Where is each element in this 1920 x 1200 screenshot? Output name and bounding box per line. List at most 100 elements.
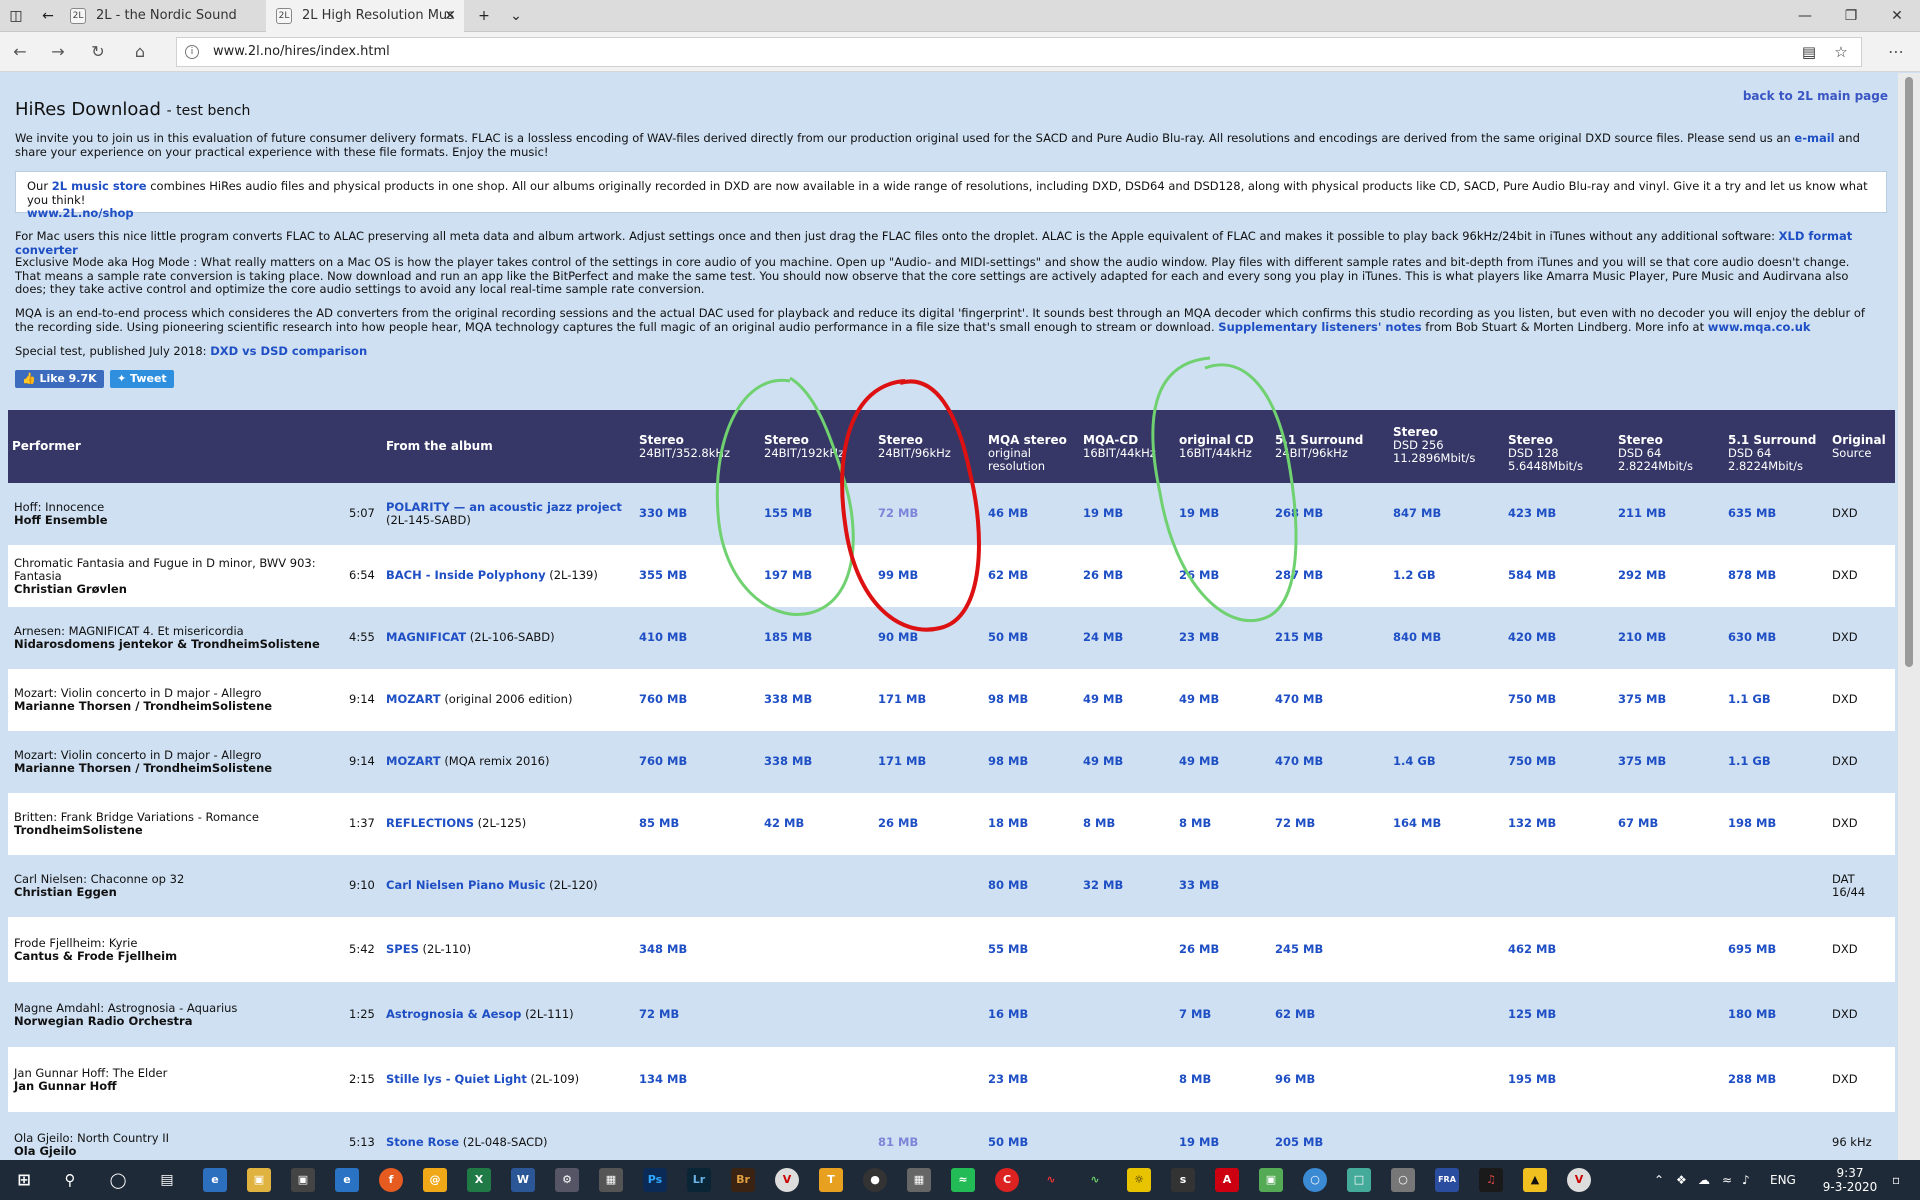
download-link[interactable]: 760 MB <box>639 693 687 706</box>
restore-icon[interactable]: ❐ <box>1828 0 1874 32</box>
back-to-main-link[interactable]: back to 2L main page <box>1743 89 1888 103</box>
forward-icon[interactable]: → <box>46 40 70 64</box>
download-link[interactable]: 26 MB <box>1083 569 1123 582</box>
download-link[interactable]: 24 MB <box>1083 631 1123 644</box>
album-link[interactable]: MOZART <box>386 692 441 706</box>
tab-hires[interactable]: 2L 2L High Resolution Mus ✕ <box>266 0 464 32</box>
excel-icon[interactable]: X <box>467 1168 491 1192</box>
email-link[interactable]: e-mail <box>1794 131 1834 145</box>
download-link[interactable]: 19 MB <box>1179 507 1219 520</box>
download-link[interactable]: 171 MB <box>878 755 926 768</box>
download-link[interactable]: 55 MB <box>988 943 1028 956</box>
download-link[interactable]: 7 MB <box>1179 1008 1211 1021</box>
explorer-icon[interactable]: ▣ <box>247 1168 271 1192</box>
download-link[interactable]: 410 MB <box>639 631 687 644</box>
t-app-icon[interactable]: T <box>819 1168 843 1192</box>
download-link[interactable]: 96 MB <box>1275 1073 1315 1086</box>
album-link[interactable]: REFLECTIONS <box>386 816 474 830</box>
download-link[interactable]: 292 MB <box>1618 569 1666 582</box>
download-link[interactable]: 197 MB <box>764 569 812 582</box>
download-link[interactable]: 90 MB <box>878 631 918 644</box>
close-window-icon[interactable]: ✕ <box>1874 0 1920 32</box>
calculator-icon[interactable]: ▦ <box>599 1168 623 1192</box>
flag-app-icon[interactable]: FRA <box>1435 1168 1459 1192</box>
download-link[interactable]: 23 MB <box>988 1073 1028 1086</box>
download-link[interactable]: 375 MB <box>1618 755 1666 768</box>
download-link[interactable]: 8 MB <box>1179 1073 1211 1086</box>
download-link[interactable]: 840 MB <box>1393 631 1441 644</box>
download-link[interactable]: 80 MB <box>988 879 1028 892</box>
notifications-icon[interactable]: ▫ <box>1892 1160 1900 1200</box>
language-indicator[interactable]: ENG <box>1770 1160 1796 1200</box>
download-link[interactable]: 26 MB <box>1179 569 1219 582</box>
download-link[interactable]: 185 MB <box>764 631 812 644</box>
download-link[interactable]: 470 MB <box>1275 755 1323 768</box>
album-link[interactable]: Carl Nielsen Piano Music <box>386 878 545 892</box>
download-link[interactable]: 1.2 GB <box>1393 569 1436 582</box>
download-link[interactable]: 287 MB <box>1275 569 1323 582</box>
download-link[interactable]: 32 MB <box>1083 879 1123 892</box>
download-link[interactable]: 62 MB <box>988 569 1028 582</box>
photoshop-icon[interactable]: Ps <box>643 1168 667 1192</box>
download-link[interactable]: 750 MB <box>1508 693 1556 706</box>
download-link[interactable]: 288 MB <box>1728 1073 1776 1086</box>
mail-icon[interactable]: @ <box>423 1168 447 1192</box>
word-icon[interactable]: W <box>511 1168 535 1192</box>
green-wave-icon[interactable]: ∿ <box>1083 1168 1107 1192</box>
lightroom-icon[interactable]: Lr <box>687 1168 711 1192</box>
download-link[interactable]: 1.1 GB <box>1728 693 1771 706</box>
spreadsheet-icon[interactable]: ▦ <box>907 1168 931 1192</box>
set-aside-tabs-icon[interactable]: ← <box>38 6 58 26</box>
bridge-icon[interactable]: Br <box>731 1168 755 1192</box>
download-link[interactable]: 33 MB <box>1179 879 1219 892</box>
egg-app-icon[interactable]: ● <box>863 1168 887 1192</box>
color-app-icon[interactable]: ▲ <box>1523 1168 1547 1192</box>
download-link[interactable]: 16 MB <box>988 1008 1028 1021</box>
album-link[interactable]: Stille lys - Quiet Light <box>386 1072 527 1086</box>
download-link[interactable]: 462 MB <box>1508 943 1556 956</box>
download-link[interactable]: 268 MB <box>1275 507 1323 520</box>
download-link[interactable]: 134 MB <box>639 1073 687 1086</box>
album-link[interactable]: MOZART <box>386 754 441 768</box>
volume-icon[interactable]: ♪ <box>1742 1160 1750 1200</box>
chart-app-icon[interactable]: ≈ <box>951 1168 975 1192</box>
tweet-button[interactable]: ✦ Tweet <box>110 370 174 388</box>
download-link[interactable]: 19 MB <box>1179 1136 1219 1149</box>
download-link[interactable]: 49 MB <box>1179 693 1219 706</box>
download-link[interactable]: 375 MB <box>1618 693 1666 706</box>
facebook-like-button[interactable]: 👍 Like 9.7K <box>15 370 104 388</box>
download-link[interactable]: 98 MB <box>988 693 1028 706</box>
download-link[interactable]: 155 MB <box>764 507 812 520</box>
download-link[interactable]: 215 MB <box>1275 631 1323 644</box>
cloud-icon[interactable]: ☁ <box>1698 1160 1710 1200</box>
album-link[interactable]: Astrognosia & Aesop <box>386 1007 521 1021</box>
wifi-icon[interactable]: ≈ <box>1722 1160 1732 1200</box>
vivaldi-icon[interactable]: V <box>775 1168 799 1192</box>
download-link[interactable]: 180 MB <box>1728 1008 1776 1021</box>
download-link[interactable]: 50 MB <box>988 1136 1028 1149</box>
download-link[interactable]: 338 MB <box>764 693 812 706</box>
download-link[interactable]: 19 MB <box>1083 507 1123 520</box>
download-link[interactable]: 198 MB <box>1728 817 1776 830</box>
dxd-vs-dsd-link[interactable]: DXD vs DSD comparison <box>210 344 367 358</box>
download-link[interactable]: 1.4 GB <box>1393 755 1436 768</box>
download-link[interactable]: 8 MB <box>1179 817 1211 830</box>
dropbox-icon[interactable]: ❖ <box>1676 1160 1687 1200</box>
sun-app-icon[interactable]: ☼ <box>1127 1168 1151 1192</box>
album-link[interactable]: Stone Rose <box>386 1135 459 1149</box>
back-icon[interactable]: ← <box>8 40 32 64</box>
download-link[interactable]: 26 MB <box>1179 943 1219 956</box>
download-link[interactable]: 355 MB <box>639 569 687 582</box>
folder-app-icon[interactable]: ▣ <box>1259 1168 1283 1192</box>
download-link[interactable]: 49 MB <box>1179 755 1219 768</box>
download-link[interactable]: 338 MB <box>764 755 812 768</box>
mqa-site-link[interactable]: www.mqa.co.uk <box>1708 320 1811 334</box>
download-link[interactable]: 1.1 GB <box>1728 755 1771 768</box>
download-link[interactable]: 50 MB <box>988 631 1028 644</box>
download-link[interactable]: 423 MB <box>1508 507 1556 520</box>
shop-url-link[interactable]: www.2L.no/shop <box>27 206 134 220</box>
download-link[interactable]: 72 MB <box>878 507 918 520</box>
red-wave-icon[interactable]: ∿ <box>1039 1168 1063 1192</box>
album-link[interactable]: BACH - Inside Polyphony <box>386 568 546 582</box>
globe-app-icon[interactable]: ○ <box>1303 1168 1327 1192</box>
